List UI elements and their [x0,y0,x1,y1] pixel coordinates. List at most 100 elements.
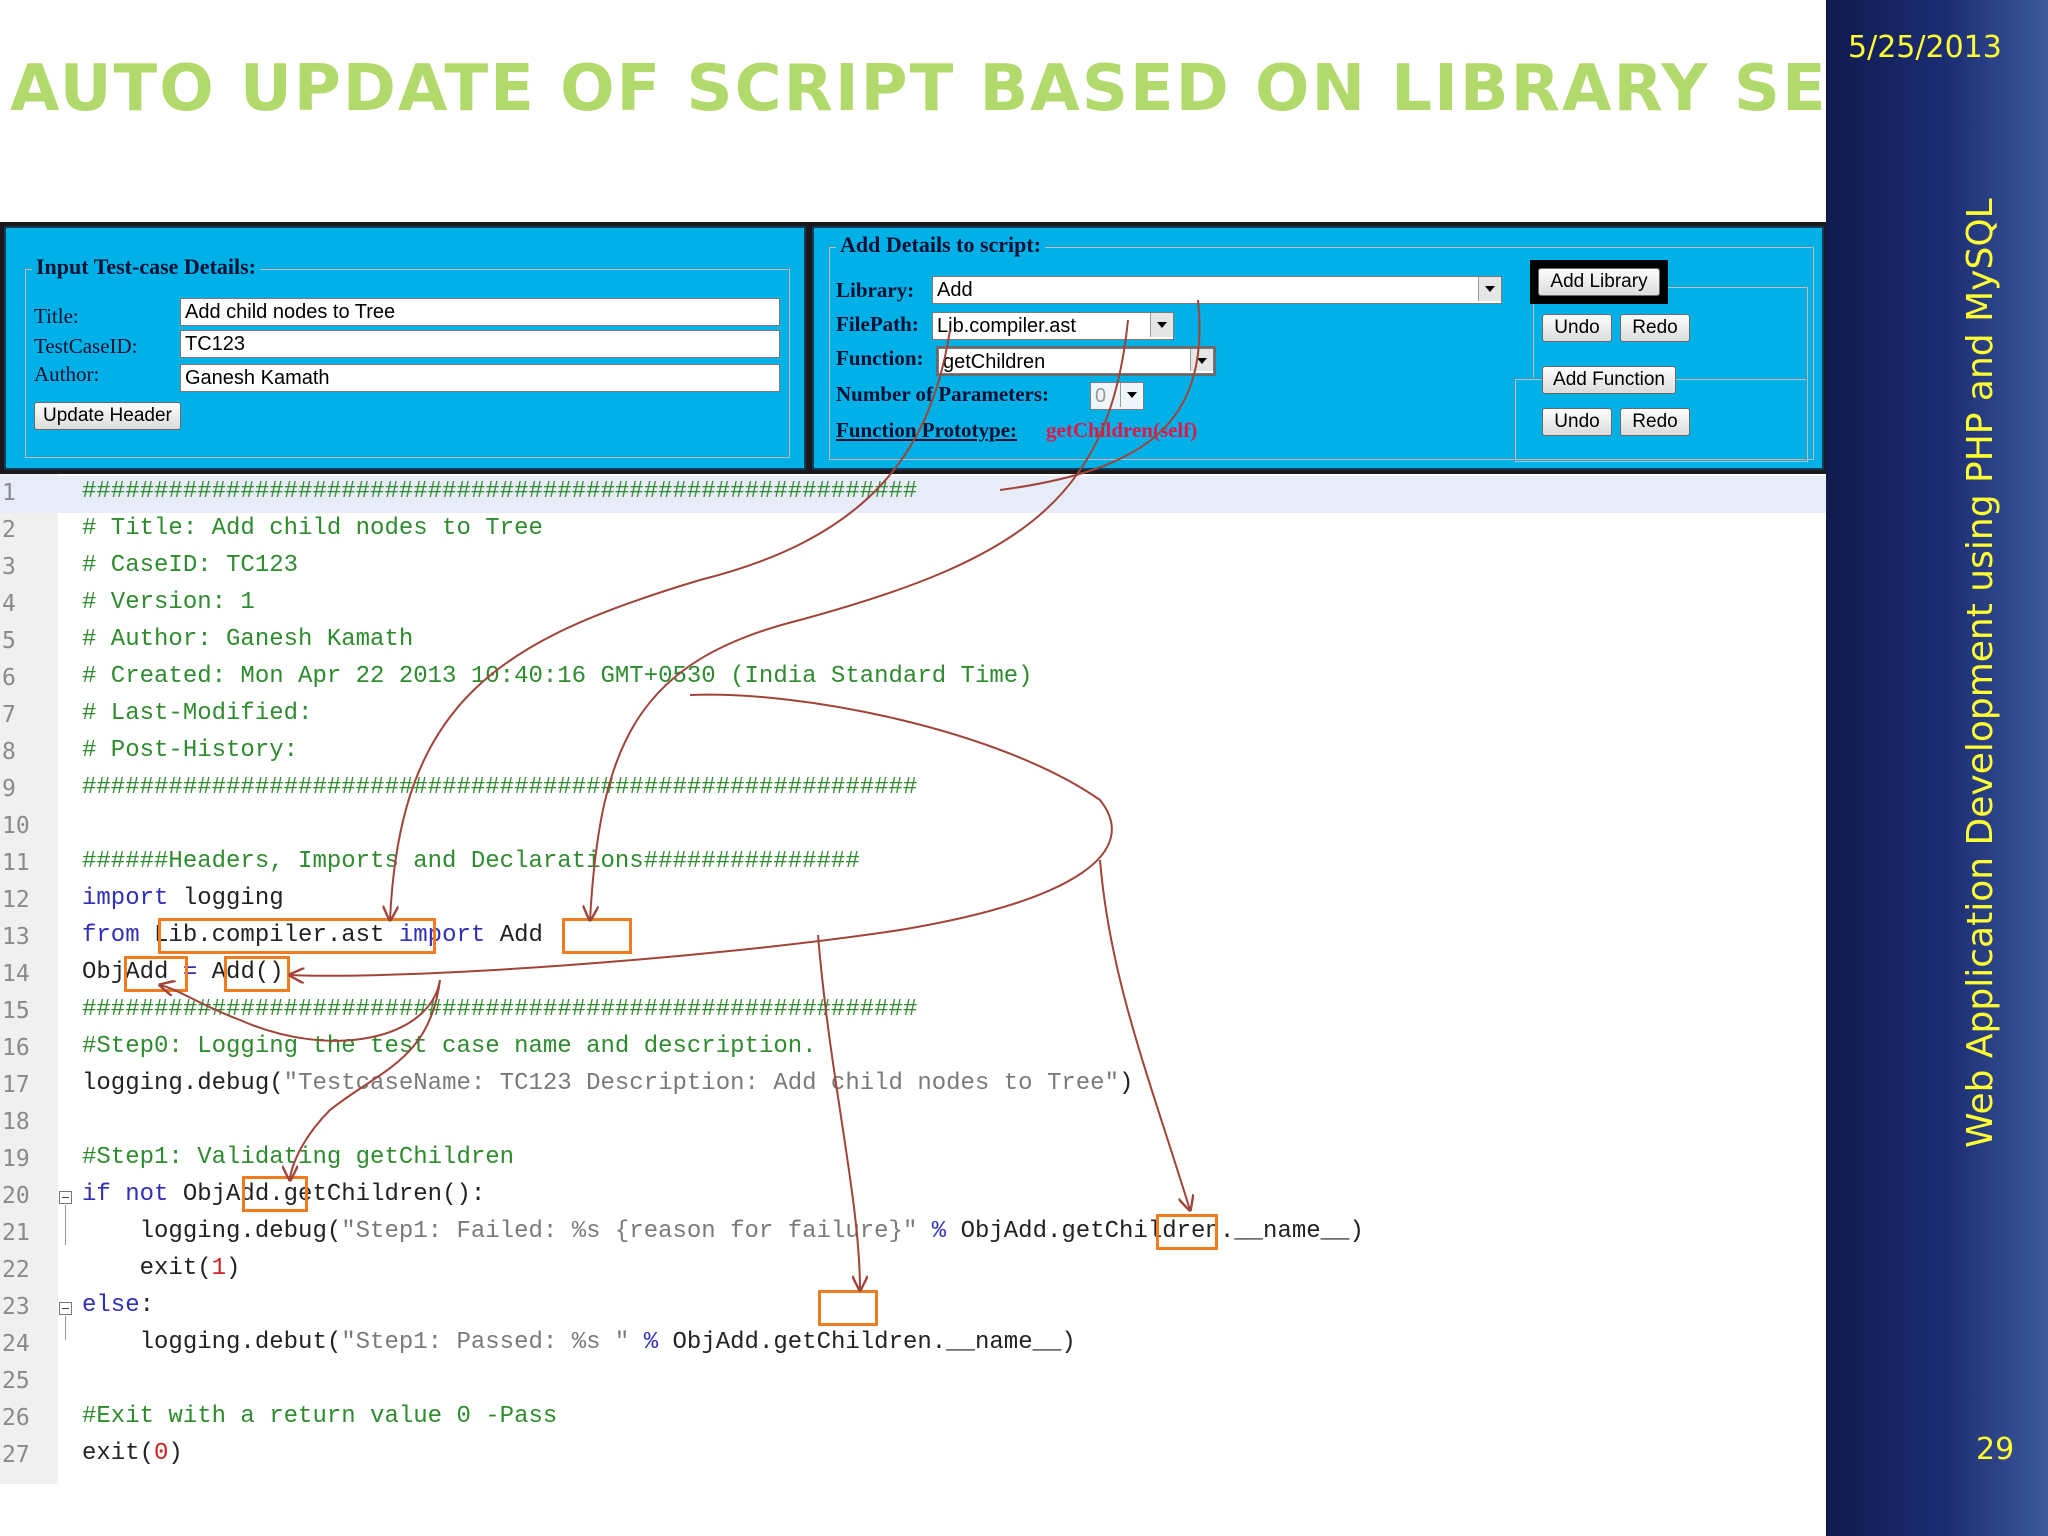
testcase-legend: Input Test-case Details: [32,254,261,280]
code-line: 16 #Step0: Logging the test case name and… [0,1031,1826,1068]
prototype-label: Function Prototype: [836,418,1018,442]
object-name: Add [1003,1218,1047,1245]
code-text: exit( [82,1255,212,1282]
line-number: 20 [2,1183,30,1209]
code-line: 6 # Created: Mon Apr 22 2013 10:40:16 GMT… [0,661,1826,698]
function-undo-button[interactable]: Undo [1542,408,1612,436]
chevron-down-icon [1190,349,1213,371]
line-number: 7 [2,702,16,728]
form-area: Input Test-case Details: Title: Add chil… [0,222,1826,474]
function-label: Function: [836,346,924,370]
code-text: logging [168,885,284,912]
highlight-import-box [562,918,632,954]
number-literal: 0 [154,1440,169,1467]
add-function-button[interactable]: Add Function [1542,366,1676,394]
import-name: Add [499,922,543,949]
code-text: # Post-History: [82,737,299,764]
highlight-objname-box [124,956,188,992]
library-redo-button[interactable]: Redo [1620,314,1690,342]
code-text: .getChildren.__name__) [758,1329,1076,1356]
fold-toggle-icon[interactable] [59,1302,72,1315]
library-select[interactable]: Add [932,276,1502,304]
line-number: 26 [2,1405,30,1431]
code-line: 4 # Version: 1 [0,587,1826,624]
script-legend: Add Details to script: [836,232,1046,258]
highlight-pass-box [818,1290,878,1326]
line-number: 18 [2,1109,30,1135]
add-library-button[interactable]: Add Library [1538,268,1660,296]
code-text: ######Headers, Imports and Declarations#… [82,848,860,875]
testcaseid-input[interactable]: TC123 [180,330,780,358]
line-number: 9 [2,776,16,802]
line-number: 3 [2,554,16,580]
update-header-button[interactable]: Update Header [34,402,181,430]
code-text: # Title: Add child nodes to Tree [82,515,543,542]
library-undo-button[interactable]: Undo [1542,314,1612,342]
code-text: ) [226,1255,241,1282]
author-input[interactable]: Ganesh Kamath [180,364,780,392]
code-text: ########################################… [82,478,918,505]
code-line: 1 #######################################… [0,476,1826,513]
code-line: 5 # Author: Ganesh Kamath [0,624,1826,661]
code-text: #Exit with a return value 0 -Pass [82,1403,558,1430]
filepath-select[interactable]: Lib.compiler.ast [932,312,1174,340]
code-line: 17 logging.debug("TestcaseName: TC123 Des… [0,1068,1826,1105]
script-panel: Add Details to script: Library: Add File… [812,226,1824,470]
line-number: 4 [2,591,16,617]
code-text: : [139,1292,155,1319]
code-text: ) [1118,1070,1134,1097]
code-text: ########################################… [82,774,918,801]
line-number: 21 [2,1220,30,1246]
title-input[interactable]: Add child nodes to Tree [180,298,780,326]
keyword: else [82,1292,140,1319]
slide-date: 5/25/2013 [1848,30,2002,65]
code-text: Obj [82,959,126,986]
testcaseid-label: TestCaseID: [34,334,138,358]
code-line: 9 #######################################… [0,772,1826,809]
string-literal: "Step1: Passed: %s " [341,1329,630,1356]
code-text: # Author: Ganesh Kamath [82,626,414,653]
highlight-if-box [242,1176,308,1212]
code-text: # Last-Modified: [82,700,313,727]
library-select-value: Add [932,276,1502,304]
params-select[interactable]: 0 [1090,382,1144,410]
filepath-select-value: Lib.compiler.ast [932,312,1174,340]
code-text: Obj [168,1181,227,1208]
function-redo-button[interactable]: Redo [1620,408,1690,436]
line-number: 23 [2,1294,30,1320]
chevron-down-icon [1120,383,1143,407]
keyword: import [82,885,169,912]
code-line: 15 ######################################… [0,994,1826,1031]
operator: % [917,1218,961,1245]
code-text: # Created: Mon Apr 22 2013 10:40:16 GMT+… [82,663,1033,690]
highlight-classcall-box [224,956,290,992]
code-line: 10 [0,809,1826,846]
fold-toggle-icon[interactable] [59,1191,72,1204]
object-name: Add [715,1329,759,1356]
highlight-fail-box [1156,1214,1218,1250]
line-number: 11 [2,850,30,876]
string-literal: "TestcaseName: TC123 Description: Add ch… [283,1070,1119,1097]
code-line: 8 # Post-History: [0,735,1826,772]
code-text: #Step0: Logging the test case name and d… [82,1033,817,1060]
code-text: ) [168,1440,183,1467]
line-number: 27 [2,1442,30,1468]
chevron-down-icon [1150,313,1173,337]
line-number: 13 [2,924,30,950]
library-label: Library: [836,278,915,302]
code-line: 18 [0,1105,1826,1142]
line-number: 17 [2,1072,30,1098]
chevron-down-icon [1478,277,1501,301]
fold-guide [65,1205,66,1245]
line-number: 6 [2,665,16,691]
code-line: 22 exit(1) [0,1253,1826,1290]
code-text: # Version: 1 [82,589,255,616]
line-number: 1 [2,480,16,506]
function-select[interactable]: getChildren [936,346,1216,376]
slide-side-text: Web Application Development using PHP an… [1960,198,2001,1148]
number-literal: 1 [211,1255,227,1282]
code-line: 26 #Exit with a return value 0 -Pass [0,1401,1826,1438]
code-line: 23 else: [0,1290,1826,1327]
code-text: logging.debug( [82,1218,342,1245]
code-text: # CaseID: TC123 [82,552,299,579]
